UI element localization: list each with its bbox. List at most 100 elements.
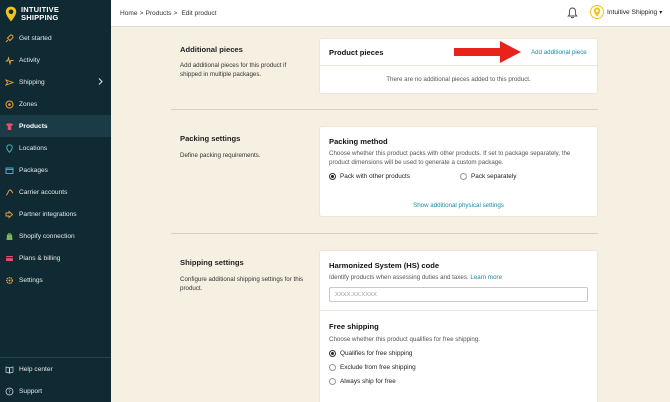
sidebar-item-label: Shipping — [19, 78, 45, 86]
zones-icon — [5, 100, 14, 109]
radio-button[interactable] — [329, 364, 336, 371]
billing-icon — [5, 254, 14, 263]
hs-code-panel: Harmonized System (HS) code Identify pro… — [320, 251, 597, 311]
sidebar-item-locations[interactable]: Locations — [0, 137, 111, 159]
sidebar-item-zones[interactable]: Zones — [0, 93, 111, 115]
section-title-packing-settings: Packing settings — [180, 134, 241, 143]
hs-code-description: Identify products when assessing duties … — [329, 273, 502, 282]
sidebar-item-partner-integrations[interactable]: Partner integrations — [0, 203, 111, 225]
section-title-additional-pieces: Additional pieces — [180, 45, 243, 54]
radio-label: Qualifies for free shipping — [340, 350, 413, 357]
sidebar-nav: Get started Activity Shipping Zones Prod… — [0, 27, 111, 291]
location-icon — [5, 143, 14, 153]
brand-logo[interactable]: INTUITIVE SHIPPING — [0, 0, 111, 27]
account-menu[interactable]: Intuitive Shipping ▾ — [590, 5, 662, 19]
free-shipping-description: Choose whether this product qualifies fo… — [329, 336, 480, 343]
activity-icon — [5, 55, 14, 65]
book-icon — [5, 365, 14, 374]
location-pin-icon — [593, 7, 601, 17]
sidebar-item-label: Plans & billing — [19, 254, 61, 262]
rocket-icon — [5, 33, 14, 43]
show-additional-physical-settings-link[interactable]: Show additional physical settings — [320, 202, 597, 209]
location-pin-logo-icon — [5, 6, 17, 21]
gear-icon — [5, 276, 14, 285]
shipping-settings-card: Harmonized System (HS) code Identify pro… — [319, 250, 598, 402]
shirt-icon — [5, 122, 14, 131]
sidebar-item-activity[interactable]: Activity — [0, 49, 111, 71]
shopify-icon — [5, 232, 14, 241]
breadcrumb: Home > Products > Edit product — [120, 10, 219, 17]
learn-more-link[interactable]: Learn more — [470, 274, 502, 281]
sidebar-item-label: Settings — [19, 276, 43, 284]
card-title-hs-code: Harmonized System (HS) code — [329, 261, 440, 270]
radio-button[interactable] — [460, 173, 467, 180]
radio-button-selected[interactable] — [329, 173, 336, 180]
radio-label: Pack with other products — [340, 173, 410, 180]
radio-exclude-from-free-shipping[interactable]: Exclude from free shipping — [329, 364, 416, 371]
avatar — [590, 5, 604, 19]
sidebar-item-get-started[interactable]: Get started — [0, 27, 111, 49]
sidebar-item-help-center[interactable]: Help center — [0, 358, 111, 380]
packing-method-description: Choose whether this product packs with o… — [329, 150, 571, 166]
section-description-additional-pieces: Add additional pieces for this product i… — [180, 62, 287, 78]
sidebar-item-products[interactable]: Products — [0, 115, 111, 137]
radio-pack-separately[interactable]: Pack separately — [460, 173, 516, 180]
sidebar: INTUITIVE SHIPPING Get started Activity … — [0, 0, 111, 402]
sidebar-item-label: Packages — [19, 166, 48, 174]
bell-icon[interactable] — [567, 7, 578, 21]
breadcrumb-products[interactable]: Products — [145, 10, 171, 17]
shipping-icon — [5, 78, 14, 87]
sidebar-item-label: Help center — [19, 365, 53, 373]
sidebar-footer: Help center ? Support — [0, 357, 111, 402]
radio-label: Always ship for free — [340, 378, 396, 385]
radio-label: Pack separately — [471, 173, 517, 180]
radio-button[interactable] — [329, 378, 336, 385]
annotation-arrow-icon — [454, 41, 521, 63]
radio-pack-with-other-products[interactable]: Pack with other products — [329, 173, 410, 180]
add-additional-piece-link[interactable]: Add additional piece — [531, 49, 587, 56]
brand-name: INTUITIVE SHIPPING — [21, 5, 59, 22]
sidebar-item-packages[interactable]: Packages — [0, 159, 111, 181]
sidebar-item-shopify-connection[interactable]: Shopify connection — [0, 225, 111, 247]
breadcrumb-current: Edit product — [181, 9, 217, 17]
integration-icon — [5, 210, 14, 219]
section-description-shipping-settings: Configure additional shipping settings f… — [180, 276, 304, 292]
sidebar-item-label: Shopify connection — [19, 232, 75, 240]
sidebar-item-shipping[interactable]: Shipping — [0, 71, 111, 93]
breadcrumb-separator: > — [139, 9, 144, 17]
carrier-icon — [5, 188, 14, 197]
section-divider — [171, 233, 598, 234]
empty-pieces-message: There are no additional pieces added to … — [386, 76, 531, 83]
chevron-down-icon: ▾ — [659, 9, 663, 16]
radio-always-ship-for-free[interactable]: Always ship for free — [329, 378, 396, 385]
card-title-product-pieces: Product pieces — [329, 48, 384, 57]
sidebar-item-label: Zones — [19, 100, 38, 108]
brand-line-2: SHIPPING — [21, 12, 59, 22]
chevron-right-icon — [98, 78, 103, 87]
sidebar-item-support[interactable]: ? Support — [0, 380, 111, 402]
hs-code-input[interactable] — [329, 287, 588, 302]
sidebar-item-carrier-accounts[interactable]: Carrier accounts — [0, 181, 111, 203]
sidebar-item-label: Products — [19, 122, 48, 130]
section-description-packing-settings: Define packing requirements. — [180, 152, 261, 159]
section-divider — [171, 109, 598, 110]
card-title-packing-method: Packing method — [329, 137, 388, 146]
hs-code-help-text: Identify products when assessing duties … — [329, 274, 469, 281]
card-title-free-shipping: Free shipping — [329, 322, 379, 331]
radio-button-selected[interactable] — [329, 350, 336, 357]
help-icon: ? — [5, 387, 14, 396]
breadcrumb-home[interactable]: Home — [120, 10, 138, 17]
sidebar-item-plans-billing[interactable]: Plans & billing — [0, 247, 111, 269]
sidebar-item-label: Get started — [19, 34, 52, 42]
radio-label: Exclude from free shipping — [340, 364, 416, 371]
section-title-shipping-settings: Shipping settings — [180, 258, 244, 267]
packing-method-card: Packing method Choose whether this produ… — [319, 126, 598, 217]
sidebar-item-settings[interactable]: Settings — [0, 269, 111, 291]
radio-qualifies-for-free-shipping[interactable]: Qualifies for free shipping — [329, 350, 412, 357]
sidebar-item-label: Support — [19, 387, 43, 395]
sidebar-item-label: Carrier accounts — [19, 188, 68, 196]
sidebar-item-label: Locations — [19, 144, 48, 152]
top-bar: Home > Products > Edit product — [111, 0, 670, 27]
svg-text:?: ? — [8, 389, 11, 395]
sidebar-item-label: Partner integrations — [19, 210, 77, 218]
